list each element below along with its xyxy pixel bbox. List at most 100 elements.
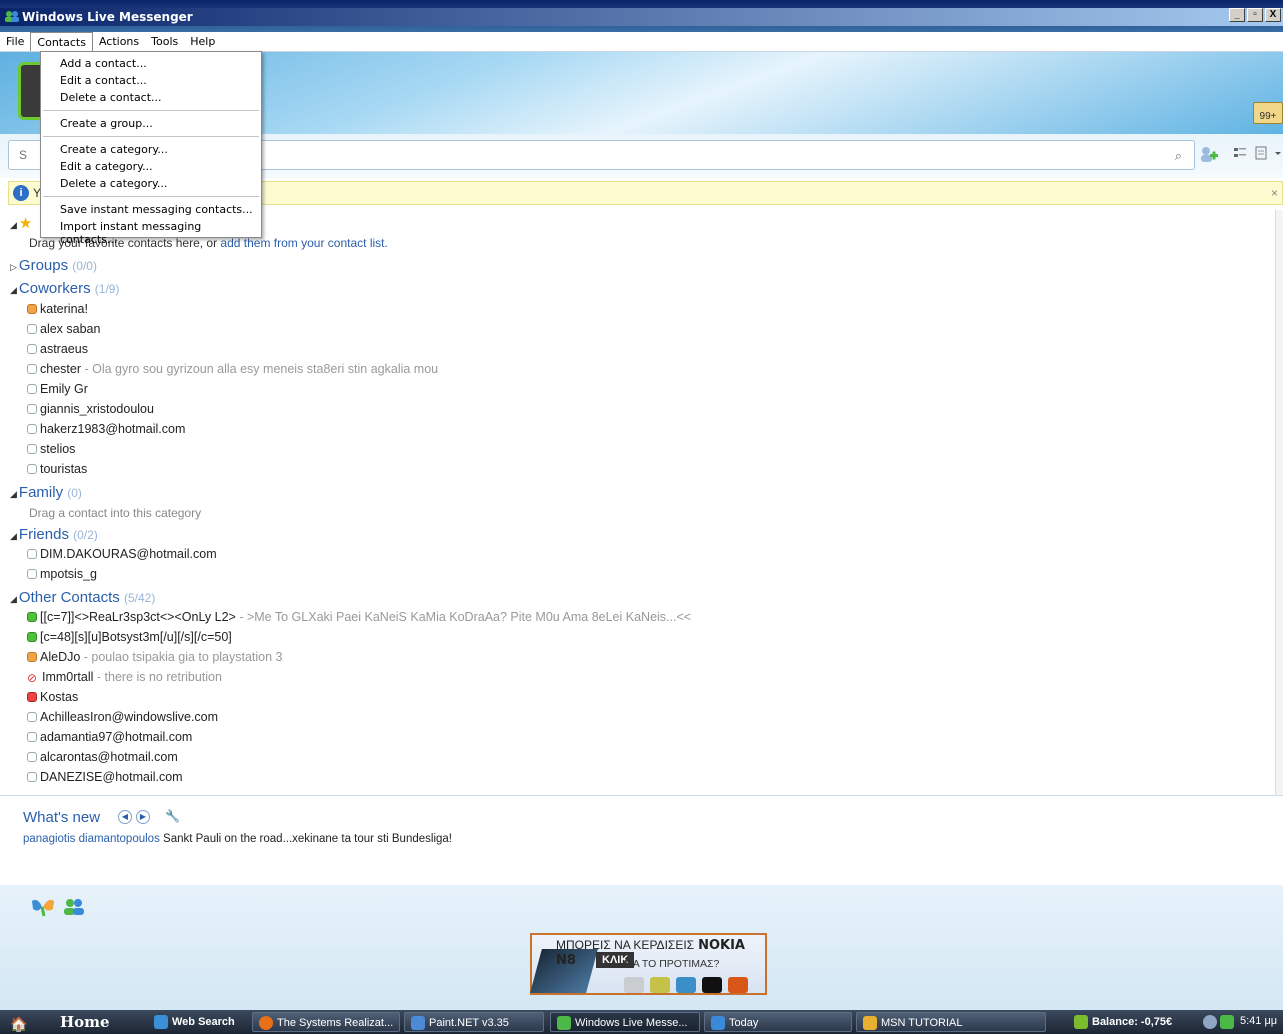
contact-name: katerina! <box>40 302 88 316</box>
menu-import-contacts[interactable]: Import instant messaging contacts... <box>60 220 261 246</box>
status-offline-icon <box>27 384 37 394</box>
msn-butterfly-icon[interactable] <box>30 897 56 923</box>
ad-headline-text: ΜΠΟΡΕΙΣ ΝΑ ΚΕΡΔΙΣΕΙΣ <box>556 938 695 952</box>
menu-separator <box>43 136 259 137</box>
favorites-header[interactable]: ◢ ★ <box>10 214 32 232</box>
messenger-tray-icon[interactable] <box>1220 1015 1234 1029</box>
messenger-people-icon[interactable] <box>62 897 86 922</box>
contact-row[interactable]: hakerz1983@hotmail.com <box>27 422 185 436</box>
contact-row[interactable]: ⊘ Imm0rtall - there is no retribution <box>27 670 222 685</box>
search-icon[interactable]: ⌕ <box>1175 148 1182 164</box>
home-label: Home <box>60 1013 110 1031</box>
menu-delete-contact[interactable]: Delete a contact... <box>60 91 162 104</box>
contact-row[interactable]: Kostas <box>27 690 78 704</box>
close-button[interactable]: X <box>1265 8 1281 22</box>
menu-save-contacts[interactable]: Save instant messaging contacts... <box>60 203 253 216</box>
info-icon: i <box>13 185 29 201</box>
messenger-app-icon <box>5 11 19 22</box>
collapse-triangle-icon: ◢ <box>10 594 17 604</box>
folder-icon <box>863 1016 877 1030</box>
color-swatch-blue[interactable] <box>676 977 696 993</box>
status-online-icon <box>27 632 37 642</box>
menu-separator <box>43 196 259 197</box>
group-header-family[interactable]: ◢ Family (0) <box>10 484 82 501</box>
color-swatch-black[interactable] <box>702 977 722 993</box>
contact-row[interactable]: katerina! <box>27 302 88 316</box>
collapse-triangle-icon: ◢ <box>10 220 17 230</box>
menu-actions[interactable]: Actions <box>93 32 145 51</box>
contact-row[interactable]: chester - Ola gyro sou gyrizoun alla esy… <box>27 362 438 376</box>
status-offline-icon <box>27 464 37 474</box>
group-header-coworkers[interactable]: ◢ Coworkers (1/9) <box>10 280 119 297</box>
menu-create-group[interactable]: Create a group... <box>60 117 153 130</box>
home-button[interactable]: 🏠 Home <box>0 1010 140 1034</box>
menu-edit-contact[interactable]: Edit a contact... <box>60 74 147 87</box>
contact-row[interactable]: touristas <box>27 462 87 476</box>
contact-row[interactable]: giannis_xristodoulou <box>27 402 154 416</box>
next-icon[interactable]: ▶ <box>136 810 150 824</box>
status-offline-icon <box>27 549 37 559</box>
group-header-groups[interactable]: ▷ Groups (0/0) <box>10 257 97 274</box>
wrench-icon[interactable]: 🔧 <box>165 809 180 823</box>
contact-name: DANEZISE@hotmail.com <box>40 770 183 784</box>
contact-row[interactable]: [[c=7]]<>ReaLr3sp3ct<><OnLy L2> - >Me To… <box>27 610 691 624</box>
contact-name: chester <box>40 362 81 376</box>
status-away-icon <box>27 652 37 662</box>
maximize-button[interactable]: ▫ <box>1247 8 1263 22</box>
contact-row[interactable]: Emily Gr <box>27 382 88 396</box>
contact-row[interactable]: alcarontas@hotmail.com <box>27 750 178 764</box>
notification-badge[interactable]: 99+ <box>1253 102 1283 124</box>
family-hint: Drag a contact into this category <box>29 506 202 520</box>
contact-row[interactable]: DANEZISE@hotmail.com <box>27 770 183 784</box>
status-offline-icon <box>27 772 37 782</box>
contact-row[interactable]: alex saban <box>27 322 100 336</box>
taskbar-msn-tutorial[interactable]: MSN TUTORIAL <box>856 1012 1046 1032</box>
menu-contacts[interactable]: Contacts <box>30 32 93 51</box>
contact-row[interactable]: [c=48][s][u]Botsyst3m[/u][/s][/c=50] <box>27 630 232 644</box>
whats-new-item: panagiotis diamantopoulos Sankt Pauli on… <box>23 833 452 845</box>
taskbar-today[interactable]: Today <box>704 1012 852 1032</box>
contact-row[interactable]: DIM.DAKOURAS@hotmail.com <box>27 547 217 561</box>
contact-row[interactable]: mpotsis_g <box>27 567 97 581</box>
whats-new-author-link[interactable]: panagiotis diamantopoulos <box>23 833 160 845</box>
group-header-friends[interactable]: ◢ Friends (0/2) <box>10 526 98 543</box>
color-swatch-silver[interactable] <box>624 977 644 993</box>
balance-indicator[interactable]: Balance: -0,75€ <box>1068 1012 1188 1032</box>
menu-file[interactable]: File <box>0 32 30 51</box>
menu-add-contact[interactable]: Add a contact... <box>60 57 147 70</box>
status-offline-icon <box>27 404 37 414</box>
previous-icon[interactable]: ◀ <box>118 810 132 824</box>
contact-row[interactable]: AleDJo - poulao tsipakia gia to playstat… <box>27 650 283 664</box>
taskbar-firefox[interactable]: The Systems Realizat... <box>252 1012 400 1032</box>
color-swatch-orange[interactable] <box>728 977 748 993</box>
whats-new-title: What's new <box>23 809 101 826</box>
nokia-advertisement[interactable]: ΜΠΟΡΕΙΣ ΝΑ ΚΕΡΔΙΣΕΙΣ NOKIA N8 ΚΛΙΚ ΜΑ ΤΟ … <box>530 933 767 995</box>
taskbar-web-search[interactable]: Web Search <box>148 1012 243 1032</box>
network-icon[interactable] <box>1203 1015 1217 1029</box>
menu-delete-category[interactable]: Delete a category... <box>60 177 167 190</box>
contact-name: [[c=7]]<>ReaLr3sp3ct<><OnLy L2> <box>40 610 236 624</box>
group-header-other-contacts[interactable]: ◢ Other Contacts (5/42) <box>10 589 155 606</box>
search-icon <box>154 1015 168 1029</box>
menu-help[interactable]: Help <box>184 32 221 51</box>
layout-icon[interactable] <box>1233 146 1247 163</box>
personal-message: - there is no retribution <box>93 670 222 684</box>
minimize-button[interactable]: _ <box>1229 8 1245 22</box>
color-swatch-yellow[interactable] <box>650 977 670 993</box>
add-contact-icon[interactable] <box>1198 146 1222 167</box>
contact-row[interactable]: adamantia97@hotmail.com <box>27 730 192 744</box>
personal-message: - Ola gyro sou gyrizoun alla esy meneis … <box>81 362 439 376</box>
close-icon[interactable]: × <box>1271 186 1278 200</box>
menu-create-category[interactable]: Create a category... <box>60 143 168 156</box>
menu-edit-category[interactable]: Edit a category... <box>60 160 153 173</box>
contact-list-scrollbar[interactable] <box>1275 210 1283 795</box>
contact-row[interactable]: stelios <box>27 442 75 456</box>
contact-row[interactable]: astraeus <box>27 342 88 356</box>
taskbar-messenger[interactable]: Windows Live Messe... <box>550 1012 700 1032</box>
contact-name: touristas <box>40 462 88 476</box>
contact-row[interactable]: AchilleasIron@windowslive.com <box>27 710 218 724</box>
contact-name: stelios <box>40 442 76 456</box>
menu-tools[interactable]: Tools <box>145 32 184 51</box>
view-options-icon[interactable] <box>1255 146 1281 163</box>
taskbar-paintnet[interactable]: Paint.NET v3.35 <box>404 1012 544 1032</box>
